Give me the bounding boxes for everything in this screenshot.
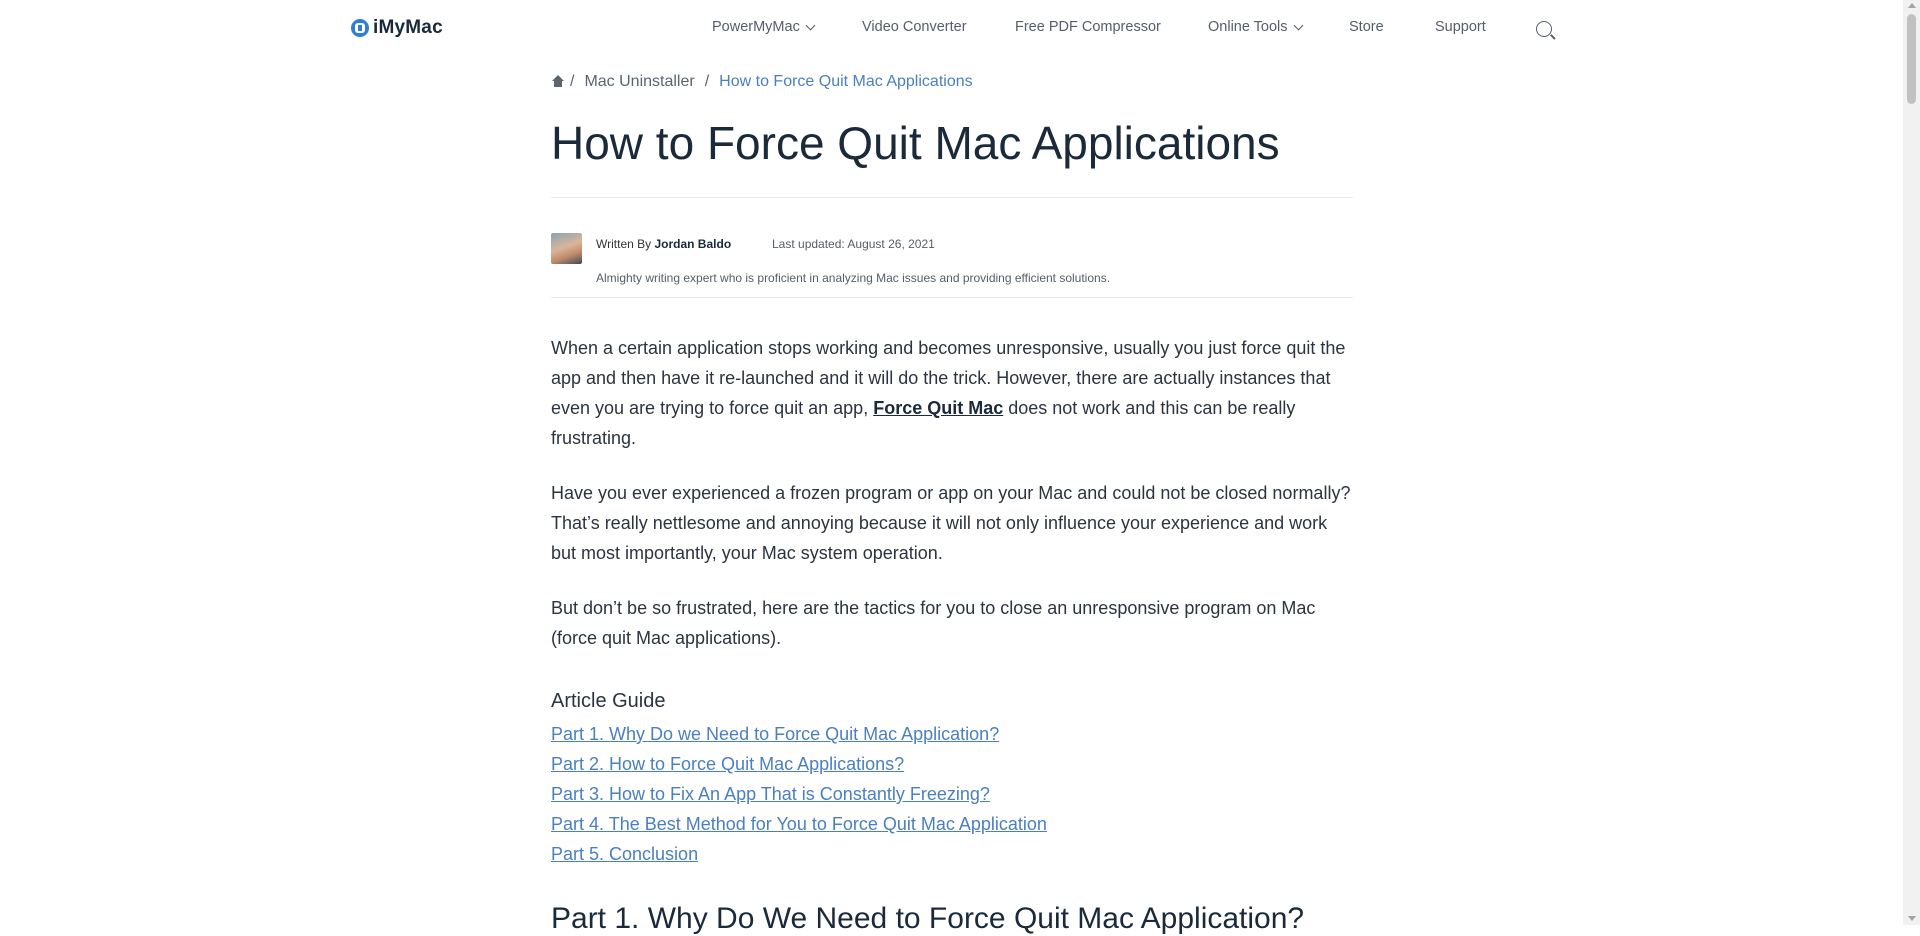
last-updated: Last updated: August 26, 2021 [772, 237, 935, 251]
nav-online-tools[interactable]: Online Tools [1208, 19, 1303, 35]
scroll-up-arrow-icon[interactable] [1908, 3, 1916, 8]
site-header: iMyMac PowerMyMac Video Converter Free P… [0, 0, 1903, 58]
author-name[interactable]: Jordan Baldo [654, 237, 731, 251]
avatar [551, 233, 582, 264]
scroll-down-arrow-icon[interactable] [1908, 916, 1916, 921]
chevron-down-icon [805, 20, 816, 31]
logo-text: iMyMac [373, 17, 443, 38]
nav-label: Online Tools [1208, 19, 1288, 35]
nav-video-converter[interactable]: Video Converter [862, 19, 967, 35]
scroll-thumb[interactable] [1907, 14, 1916, 104]
nav-label: Video Converter [862, 19, 967, 35]
divider [551, 197, 1353, 198]
nav-label: Free PDF Compressor [1015, 19, 1161, 35]
nav-powermymac[interactable]: PowerMyMac [712, 19, 816, 35]
breadcrumb-current[interactable]: How to Force Quit Mac Applications [719, 73, 972, 91]
guide-link-part-4[interactable]: Part 4. The Best Method for You to Force… [551, 814, 1047, 835]
imymac-logo-icon [351, 19, 369, 37]
guide-link-part-2[interactable]: Part 2. How to Force Quit Mac Applicatio… [551, 754, 904, 775]
intro-paragraph: When a certain application stops working… [551, 333, 1353, 453]
nav-label: PowerMyMac [712, 19, 800, 35]
page-scrollbar[interactable] [1903, 0, 1920, 925]
breadcrumb-separator: / [704, 73, 710, 90]
section-heading: Part 1. Why Do We Need to Force Quit Mac… [551, 902, 1305, 935]
paragraph: Have you ever experienced a frozen progr… [551, 483, 1351, 563]
page-title: How to Force Quit Mac Applications [551, 117, 1280, 169]
site-logo[interactable]: iMyMac [351, 17, 443, 39]
nav-store[interactable]: Store [1349, 19, 1384, 35]
divider [551, 297, 1353, 298]
author-line: Written By Jordan Baldo [596, 237, 731, 251]
nav-support[interactable]: Support [1435, 19, 1486, 35]
breadcrumb: / Mac Uninstaller / How to Force Quit Ma… [551, 73, 973, 91]
chevron-down-icon [1293, 20, 1303, 31]
breadcrumb-mac-uninstaller[interactable]: Mac Uninstaller [584, 73, 694, 91]
author-bio: Almighty writing expert who is proficien… [596, 271, 1111, 285]
nav-free-pdf-compressor[interactable]: Free PDF Compressor [1015, 19, 1161, 35]
guide-link-part-1[interactable]: Part 1. Why Do we Need to Force Quit Mac… [551, 724, 999, 745]
written-by-label: Written By [596, 237, 652, 251]
force-quit-mac-link[interactable]: Force Quit Mac [873, 398, 1003, 418]
paragraph: But don’t be so frustrated, here are the… [551, 598, 1316, 648]
home-icon[interactable] [551, 75, 565, 87]
breadcrumb-separator: / [570, 73, 575, 90]
search-icon[interactable] [1536, 21, 1552, 37]
nav-label: Support [1435, 19, 1486, 35]
guide-link-part-3[interactable]: Part 3. How to Fix An App That is Consta… [551, 784, 990, 805]
nav-label: Store [1349, 19, 1384, 35]
guide-link-part-5[interactable]: Part 5. Conclusion [551, 844, 698, 865]
article-guide-title: Article Guide [551, 690, 666, 712]
